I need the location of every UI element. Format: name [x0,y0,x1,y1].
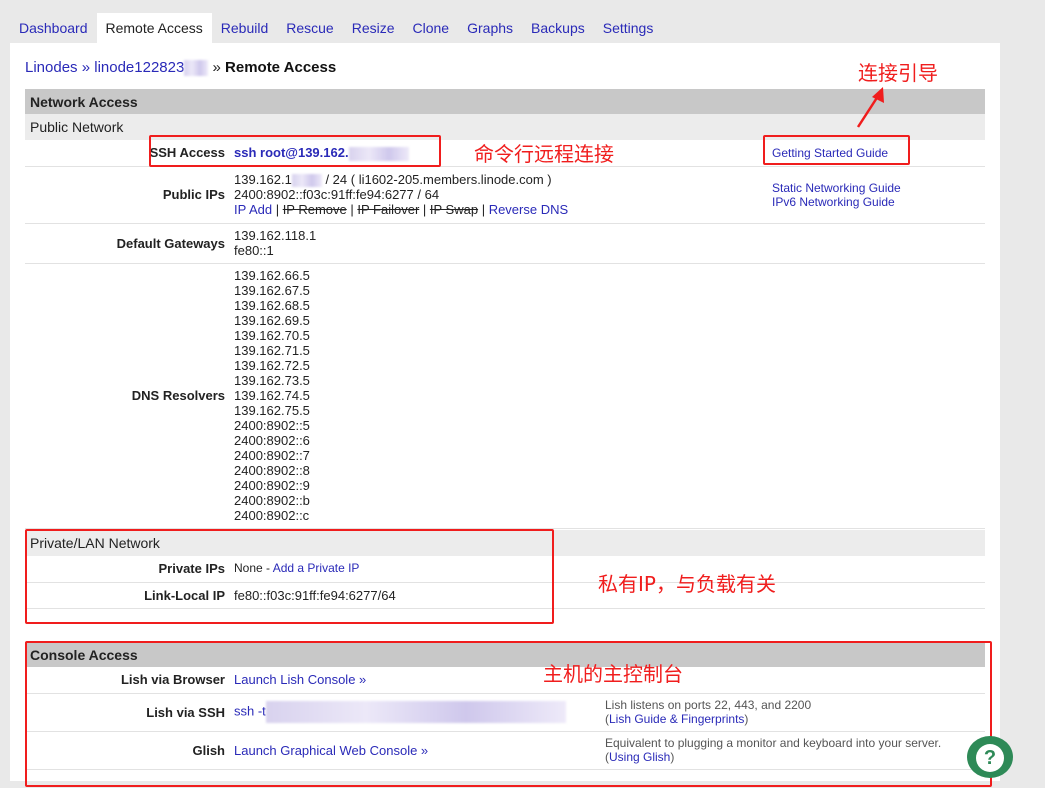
tab-remote-access[interactable]: Remote Access [96,13,212,43]
section-title: Network Access [25,89,985,114]
annotation-box-console [25,641,992,787]
dns-resolver: 139.162.70.5 [234,328,310,343]
annotation-arrow-icon [856,87,884,128]
gateway: 139.162.118.1 [234,228,317,243]
ip-add-link[interactable]: IP Add [234,202,272,217]
dns-resolver: 139.162.73.5 [234,373,310,388]
ipv4-address: 139.162.1 / 24 ( li1602-205.members.lino… [234,171,552,188]
tab-resize[interactable]: Resize [343,13,404,43]
gateway: fe80::1 [234,243,274,258]
tab-settings[interactable]: Settings [594,13,663,43]
annotation-box-guide [763,135,910,165]
dns-resolver: 2400:8902::6 [234,433,310,448]
dns-resolver: 2400:8902::7 [234,448,310,463]
dns-resolvers-row: DNS Resolvers 139.162.66.5 139.162.67.5 13… [25,263,985,529]
public-ips-row: Public IPs 139.162.1 / 24 ( li1602-205.m… [25,166,985,224]
redacted [184,60,209,77]
ipv6-networking-guide-link[interactable]: IPv6 Networking Guide [772,195,895,209]
dns-resolver: 139.162.68.5 [234,298,310,313]
dns-resolver: 139.162.67.5 [234,283,310,298]
dns-resolver: 2400:8902::9 [234,478,310,493]
annotation-ssh: 命令行远程连接 [474,142,614,166]
tab-backups[interactable]: Backups [522,13,594,43]
tab-rescue[interactable]: Rescue [277,13,342,43]
dns-resolver: 2400:8902::8 [234,463,310,478]
dns-resolver: 2400:8902::5 [234,418,310,433]
static-networking-guide-link[interactable]: Static Networking Guide [772,181,901,195]
reverse-dns-link[interactable]: Reverse DNS [489,202,568,217]
label: Default Gateways [25,223,234,264]
breadcrumb-sep: » [81,59,91,76]
dns-resolver: 139.162.66.5 [234,268,310,283]
ip-failover-link: IP Failover [357,202,420,218]
annotation-box-ssh [149,135,441,167]
tab-bar: Dashboard Remote Access Rebuild Rescue R… [10,13,662,43]
annotation-box-private [25,529,554,624]
tab-clone[interactable]: Clone [404,13,459,43]
dns-resolver: 139.162.72.5 [234,358,310,373]
dns-resolver: 139.162.74.5 [234,388,310,403]
breadcrumb-linode[interactable]: linode122823 [94,59,184,76]
ipv6-address: 2400:8902::f03c:91ff:fe94:6277 / 64 [234,187,440,203]
page-title: Remote Access [225,59,337,76]
question-icon: ? [976,744,1004,772]
dns-resolver: 139.162.69.5 [234,313,310,328]
annotation-guide: 连接引导 [858,61,938,85]
help-chat-button[interactable]: ? [967,736,1013,778]
annotation-console: 主机的主控制台 [543,662,683,686]
tab-rebuild[interactable]: Rebuild [212,13,277,43]
breadcrumb-sep: » [212,59,221,76]
tab-dashboard[interactable]: Dashboard [10,13,97,43]
breadcrumb-linodes[interactable]: Linodes [25,59,78,76]
tab-graphs[interactable]: Graphs [458,13,522,43]
label: DNS Resolvers [25,263,234,529]
default-gateways-row: Default Gateways 139.162.118.1 fe80::1 [25,223,985,264]
dns-resolver: 2400:8902::b [234,493,310,508]
dns-resolver: 2400:8902::c [234,508,310,523]
annotation-private: 私有IP，与负载有关 [598,572,776,596]
breadcrumb: Linodes » linode122823 » Remote Access [25,59,337,77]
label: Public IPs [25,166,234,224]
dns-resolver: 139.162.75.5 [234,403,310,418]
ip-swap-link: IP Swap [429,202,479,218]
ip-remove-link: IP Remove [282,202,347,218]
dns-list: 139.162.66.5 139.162.67.5 139.162.68.5 139.… [234,263,985,529]
dns-resolver: 139.162.71.5 [234,343,310,358]
